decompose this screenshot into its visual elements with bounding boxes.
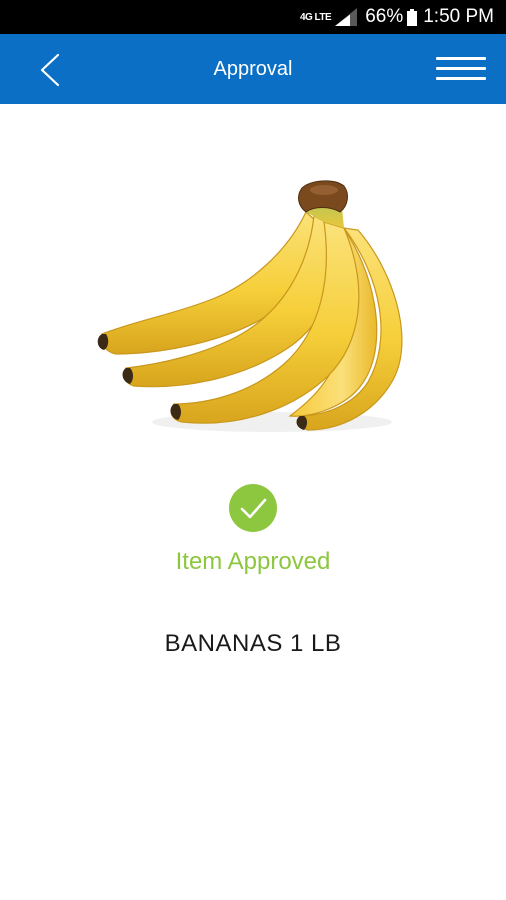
page-title: Approval xyxy=(213,58,293,80)
battery-icon xyxy=(407,8,418,26)
network-indicator: 4G LTE xyxy=(299,11,332,23)
check-circle-icon xyxy=(229,484,277,532)
app-header: Approval xyxy=(0,34,506,104)
banana-bunch-image xyxy=(97,180,403,432)
battery-percentage: 66% xyxy=(365,6,404,27)
approval-status-text: Item Approved xyxy=(175,548,331,575)
menu-button[interactable] xyxy=(432,54,490,84)
item-name: BANANAS 1 LB xyxy=(164,630,342,657)
signal-icon xyxy=(335,8,358,26)
hamburger-menu-icon xyxy=(436,57,486,80)
status-bar: 4G LTE 66% 1:50 PM xyxy=(0,0,506,34)
clock: 1:50 PM xyxy=(423,6,494,27)
